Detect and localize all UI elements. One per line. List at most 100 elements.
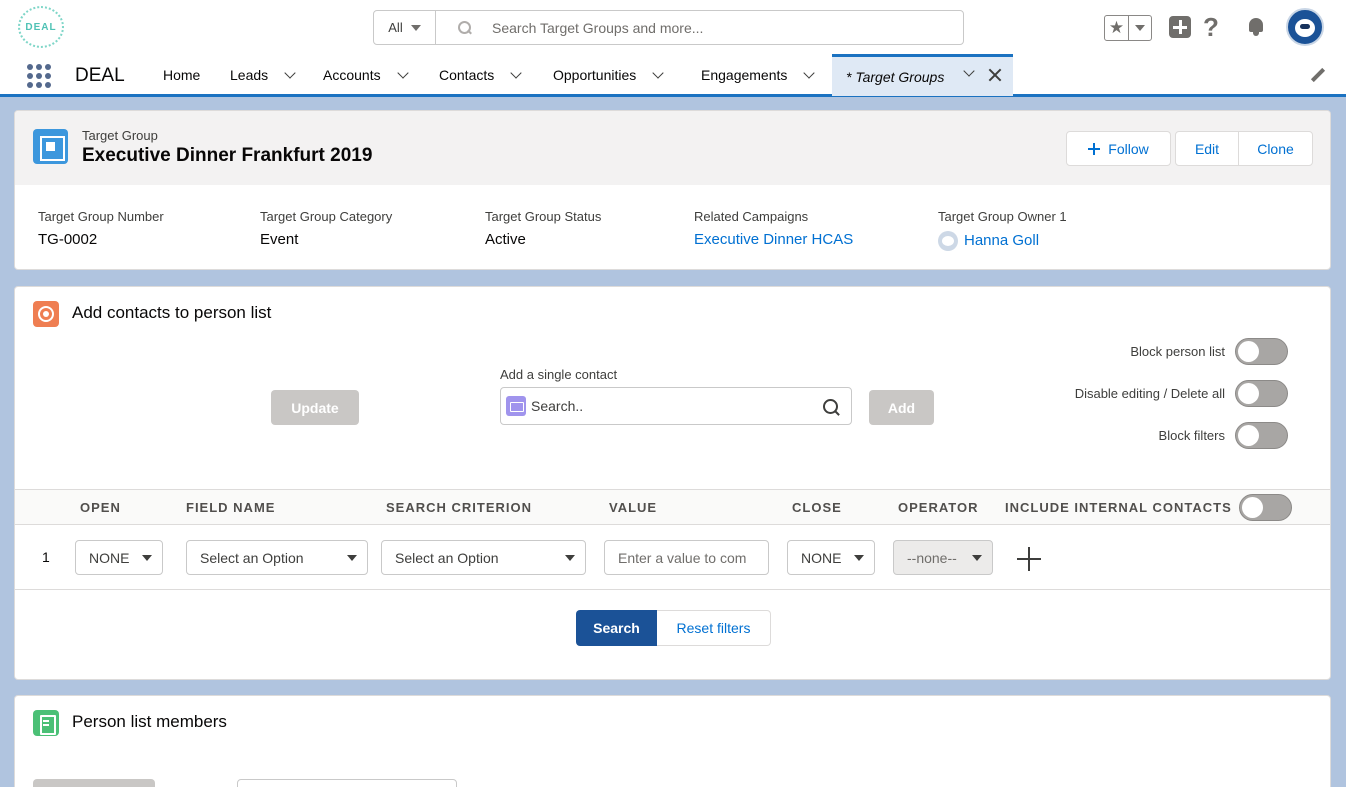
field-related-campaigns: Related Campaigns Executive Dinner HCAS (694, 209, 853, 248)
select-value: NONE (801, 549, 841, 566)
follow-button[interactable]: Follow (1067, 132, 1170, 165)
field-label: Target Group Category (260, 209, 393, 224)
field-value: TG-0002 (38, 231, 98, 248)
members-action-button[interactable] (33, 779, 155, 787)
toggle-label: Block person list (1130, 344, 1225, 359)
members-search-input[interactable] (237, 779, 457, 787)
notifications-bell-icon[interactable] (1246, 18, 1266, 36)
nav-item-label: Engagements (701, 67, 788, 83)
operator-select[interactable]: --none-- (893, 540, 993, 575)
global-actions-add-icon[interactable] (1169, 16, 1191, 38)
select-value: Select an Option (395, 549, 499, 566)
column-header-open: OPEN (80, 500, 121, 515)
search-criterion-select[interactable]: Select an Option (381, 540, 586, 575)
column-header-close: CLOSE (792, 500, 842, 515)
nav-item-label: Leads (230, 67, 269, 83)
chevron-down-icon[interactable] (284, 67, 296, 79)
field-label: Target Group Status (485, 209, 602, 224)
nav-item-accounts[interactable]: Accounts (323, 54, 409, 96)
field-name-select[interactable]: Select an Option (186, 540, 368, 575)
edit-button[interactable]: Edit (1176, 132, 1238, 165)
card-title: Person list members (72, 712, 227, 731)
column-header-operator: OPERATOR (898, 500, 979, 515)
clone-button[interactable]: Clone (1238, 132, 1312, 165)
nav-item-label: Opportunities (553, 67, 637, 83)
select-value: NONE (89, 549, 129, 566)
app-launcher-icon[interactable] (27, 64, 51, 88)
person-list-members-card: Person list members (14, 695, 1331, 787)
column-header-field-name: FIELD NAME (186, 500, 276, 515)
caret-down-icon (565, 555, 575, 561)
chevron-down-icon[interactable] (963, 65, 975, 77)
nav-item-leads[interactable]: Leads (230, 54, 296, 96)
favorites-menu-button[interactable] (1129, 16, 1151, 40)
column-header-value: VALUE (609, 500, 658, 515)
nav-item-home[interactable]: Home (163, 54, 200, 96)
field-label: Target Group Owner 1 (938, 209, 1067, 224)
column-header-search-criterion: SEARCH CRITERION (386, 500, 533, 515)
column-header-include-internal: INCLUDE INTERNAL CONTACTS (1005, 500, 1232, 515)
nav-item-contacts[interactable]: Contacts (439, 54, 522, 96)
edit-nav-pencil-icon[interactable] (1311, 68, 1325, 82)
field-target-group-owner: Target Group Owner 1 Hanna Goll (938, 209, 1067, 251)
owner-value: Hanna Goll (938, 231, 1067, 251)
tab-target-groups[interactable]: * Target Groups (832, 54, 1013, 96)
plus-icon (1088, 142, 1101, 155)
record-actions-group: Edit Clone (1175, 131, 1313, 166)
navigation-bar: DEAL Home Leads Accounts Contacts Opport… (0, 54, 1346, 97)
app-logo[interactable]: DEAL (18, 6, 64, 48)
search-scope-select[interactable]: All (374, 11, 436, 44)
add-button[interactable]: Add (869, 390, 934, 425)
update-button[interactable]: Update (271, 390, 359, 425)
favorites-button-group: ★ (1104, 15, 1152, 41)
select-value: Select an Option (200, 549, 304, 566)
owner-avatar (938, 231, 958, 251)
field-target-group-status: Target Group Status Active (485, 209, 601, 248)
select-value: --none-- (907, 549, 957, 566)
chevron-down-icon[interactable] (803, 67, 816, 79)
field-value: Event (260, 231, 299, 248)
target-group-icon (33, 129, 68, 164)
star-icon[interactable]: ★ (1105, 16, 1129, 40)
block-person-list-toggle[interactable] (1235, 338, 1288, 365)
field-label: Related Campaigns (694, 209, 809, 224)
owner-link[interactable]: Hanna Goll (964, 232, 1039, 249)
open-paren-select[interactable]: NONE (75, 540, 163, 575)
disable-editing-toggle[interactable] (1235, 380, 1288, 407)
follow-label: Follow (1108, 140, 1149, 157)
block-filters-toggle[interactable] (1235, 422, 1288, 449)
chevron-down-icon[interactable] (396, 67, 409, 79)
single-contact-search[interactable]: Search.. (500, 387, 852, 425)
include-internal-toggle[interactable] (1239, 494, 1292, 521)
follow-button-group: Follow (1066, 131, 1171, 166)
nav-item-engagements[interactable]: Engagements (701, 54, 816, 96)
nav-item-opportunities[interactable]: Opportunities (553, 54, 664, 96)
caret-down-icon (1135, 25, 1145, 31)
chevron-down-icon[interactable] (510, 67, 522, 79)
record-type-label: Target Group (82, 128, 158, 143)
field-target-group-number: Target Group Number TG-0002 (38, 209, 164, 248)
nav-item-label: Home (163, 67, 201, 83)
chevron-down-icon[interactable] (652, 67, 664, 79)
tab-label: * Target Groups (846, 68, 945, 85)
block-filters-toggle-row: Block filters (1159, 422, 1288, 449)
global-header: DEAL All Search Target Groups and more..… (0, 0, 1346, 54)
toggle-label: Block filters (1158, 428, 1225, 443)
close-tab-icon[interactable] (987, 67, 1003, 83)
related-campaign-link[interactable]: Executive Dinner HCAS (694, 231, 853, 248)
help-icon[interactable]: ? (1203, 12, 1219, 43)
block-person-list-toggle-row: Block person list (1130, 338, 1288, 365)
value-input[interactable]: Enter a value to com (604, 540, 769, 575)
add-filter-row-icon[interactable] (1017, 547, 1041, 571)
table-row: 1 NONE Select an Option Select an Option… (15, 525, 1330, 590)
user-avatar[interactable] (1286, 8, 1324, 46)
search-input[interactable]: Search Target Groups and more... (492, 20, 703, 36)
search-icon[interactable] (823, 399, 840, 416)
contact-search-input[interactable]: Search.. (531, 398, 583, 414)
nav-item-label: Contacts (439, 67, 495, 83)
record-highlights: Target Group Executive Dinner Frankfurt … (15, 111, 1330, 185)
search-button[interactable]: Search (576, 610, 657, 646)
reset-filters-button[interactable]: Reset filters (657, 610, 771, 646)
close-paren-select[interactable]: NONE (787, 540, 875, 575)
target-icon (33, 301, 59, 327)
